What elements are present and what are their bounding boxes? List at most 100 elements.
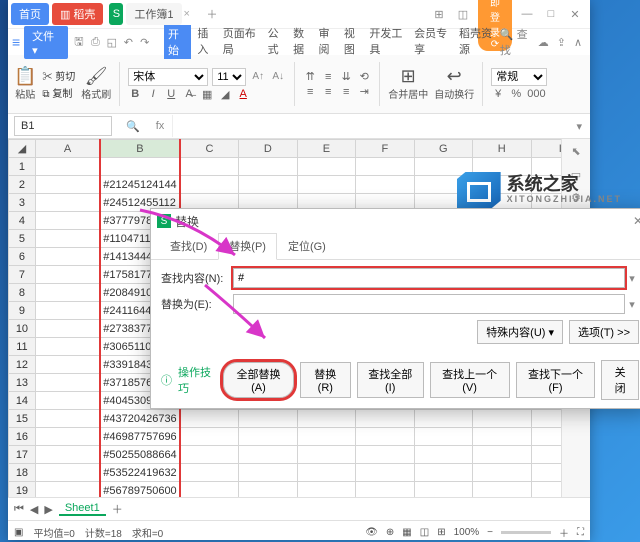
cell[interactable] xyxy=(35,302,100,320)
find-all-button[interactable]: 查找全部(I) xyxy=(357,362,424,398)
cell[interactable] xyxy=(297,446,355,464)
row-header[interactable]: 8 xyxy=(9,284,36,302)
col-D[interactable]: D xyxy=(239,140,297,158)
row-header[interactable]: 1 xyxy=(9,158,36,176)
cell[interactable] xyxy=(356,410,414,428)
expand-fx-icon[interactable]: ▾ xyxy=(576,120,582,133)
fullscreen-icon[interactable]: ⛶ xyxy=(577,527,584,538)
ribbon-formula[interactable]: 公式 xyxy=(268,25,287,59)
cell[interactable] xyxy=(239,446,297,464)
cell[interactable] xyxy=(356,464,414,482)
cell[interactable]: #43720426736 xyxy=(100,410,179,428)
ribbon-start[interactable]: 开始 xyxy=(164,25,191,59)
ribbon-member[interactable]: 会员专享 xyxy=(414,25,453,59)
cell[interactable] xyxy=(180,428,239,446)
cell[interactable] xyxy=(180,464,239,482)
percent-icon[interactable]: % xyxy=(509,88,523,100)
row-header[interactable]: 11 xyxy=(9,338,36,356)
bold-icon[interactable]: B xyxy=(128,88,142,100)
col-A[interactable]: A xyxy=(35,140,100,158)
undo-icon[interactable]: ↶ xyxy=(121,36,135,49)
row-header[interactable]: 15 xyxy=(9,410,36,428)
cell[interactable] xyxy=(414,410,472,428)
row-header[interactable]: 18 xyxy=(9,464,36,482)
paste-group[interactable]: 📋 粘贴 xyxy=(14,67,36,101)
formula-input[interactable] xyxy=(172,115,568,137)
tip-link[interactable]: 操作技巧 xyxy=(178,364,217,396)
find-dropdown-icon[interactable]: ▾ xyxy=(625,272,639,285)
cell[interactable]: #46987757696 xyxy=(100,428,179,446)
replace-dropdown-icon[interactable]: ▾ xyxy=(625,298,639,311)
cell[interactable] xyxy=(35,248,100,266)
add-sheet-icon[interactable]: ＋ xyxy=(112,501,123,517)
find-prev-button[interactable]: 查找上一个(V) xyxy=(430,362,510,398)
col-B[interactable]: B xyxy=(100,140,179,158)
cell[interactable] xyxy=(297,428,355,446)
tab-find[interactable]: 查找(D) xyxy=(159,233,218,259)
cell[interactable] xyxy=(356,428,414,446)
border-icon[interactable]: ▦ xyxy=(200,88,214,101)
dialog-titlebar[interactable]: S 替换 ✕ xyxy=(151,209,640,233)
cell[interactable] xyxy=(473,464,531,482)
replace-all-button[interactable]: 全部替换(A) xyxy=(223,362,293,398)
cell[interactable] xyxy=(414,482,472,498)
row-header[interactable]: 17 xyxy=(9,446,36,464)
cell[interactable] xyxy=(239,158,297,176)
row-header[interactable]: 9 xyxy=(9,302,36,320)
cell[interactable] xyxy=(35,374,100,392)
ribbon-review[interactable]: 审阅 xyxy=(318,25,337,59)
dialog-close-icon[interactable]: ✕ xyxy=(633,214,640,228)
window-maximize[interactable]: □ xyxy=(542,8,560,20)
window-close[interactable]: ✕ xyxy=(566,8,584,21)
replace-input[interactable] xyxy=(233,294,625,314)
wrap-button[interactable]: ↩ 自动换行 xyxy=(434,67,474,101)
align-right-icon[interactable]: ≡ xyxy=(339,86,353,98)
row-header[interactable]: 3 xyxy=(9,194,36,212)
tab-docer[interactable]: ▥稻壳 xyxy=(52,3,103,25)
view-icon[interactable]: ◫ xyxy=(454,8,472,21)
ribbon-insert[interactable]: 插入 xyxy=(197,25,216,59)
record-icon[interactable]: ▣ xyxy=(14,527,23,538)
copy-button[interactable]: ⧉ 复制 xyxy=(42,85,75,100)
pagebreak-view-icon[interactable]: ⊞ xyxy=(437,527,445,538)
cell[interactable] xyxy=(356,482,414,498)
collapse-ribbon-icon[interactable]: ∧ xyxy=(574,36,582,49)
cell[interactable] xyxy=(297,410,355,428)
tab-workbook[interactable]: 工作簿1 xyxy=(126,3,181,25)
increase-font-icon[interactable]: A↑ xyxy=(250,71,266,82)
print-icon[interactable]: ⎙ xyxy=(88,36,102,49)
row-header[interactable]: 7 xyxy=(9,266,36,284)
cell[interactable] xyxy=(356,158,414,176)
zoom-out-icon[interactable]: − xyxy=(487,527,493,538)
cell[interactable] xyxy=(35,464,100,482)
row-header[interactable]: 16 xyxy=(9,428,36,446)
format-painter[interactable]: 🖌 格式刷 xyxy=(81,67,111,101)
zoom-slider[interactable] xyxy=(501,531,551,534)
col-H[interactable]: H xyxy=(473,140,531,158)
align-mid-icon[interactable]: ≡ xyxy=(321,71,335,83)
cell[interactable] xyxy=(473,410,531,428)
cell[interactable] xyxy=(473,428,531,446)
cell[interactable] xyxy=(414,428,472,446)
cell[interactable] xyxy=(414,446,472,464)
save-icon[interactable]: 🖫 xyxy=(72,33,86,52)
cell[interactable]: #50255088664 xyxy=(100,446,179,464)
select-icon[interactable]: ⬉ xyxy=(571,145,580,158)
row-header[interactable]: 12 xyxy=(9,356,36,374)
cell[interactable] xyxy=(297,464,355,482)
cell[interactable] xyxy=(180,482,239,498)
cell[interactable] xyxy=(297,176,355,194)
cell[interactable] xyxy=(35,356,100,374)
cell[interactable] xyxy=(35,482,100,498)
zoom-value[interactable]: 100% xyxy=(454,527,480,538)
cell[interactable] xyxy=(239,176,297,194)
size-select[interactable]: 11 xyxy=(212,68,246,86)
cell[interactable] xyxy=(35,428,100,446)
align-center-icon[interactable]: ≡ xyxy=(321,86,335,98)
app-menu-icon[interactable]: ≡ xyxy=(12,34,20,50)
special-button[interactable]: 特殊内容(U) ▾ xyxy=(477,320,563,344)
tab-home[interactable]: 首页 xyxy=(11,3,49,25)
cell[interactable] xyxy=(35,410,100,428)
share-icon[interactable]: ⇪ xyxy=(557,36,566,49)
align-top-icon[interactable]: ⇈ xyxy=(303,70,317,83)
